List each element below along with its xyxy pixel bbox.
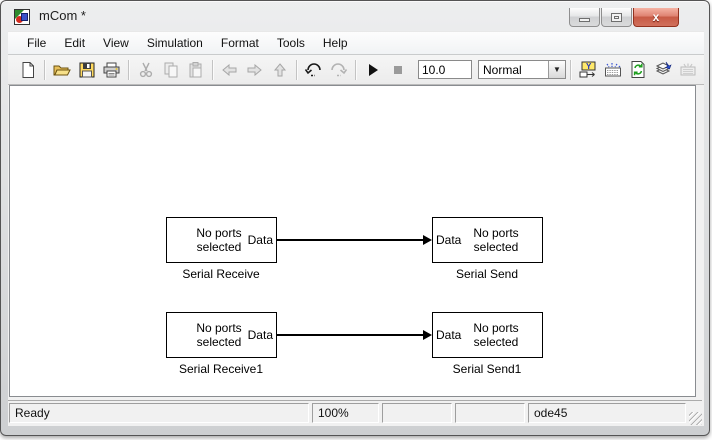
zoom-level: 100% xyxy=(312,403,379,423)
save-model-button[interactable] xyxy=(74,58,99,82)
start-simulation-button[interactable] xyxy=(360,58,385,82)
simulation-stop-time-input[interactable] xyxy=(418,60,472,79)
model-browser-button[interactable]: Y xyxy=(575,58,600,82)
menu-help[interactable]: Help xyxy=(314,32,357,54)
undo-icon xyxy=(304,62,321,76)
output-port-label: Data xyxy=(247,328,273,342)
model-browser-icon: Y xyxy=(579,61,595,78)
block-serial-send1[interactable]: Data No ports selected xyxy=(432,312,543,358)
input-port-label: Data xyxy=(436,233,462,247)
build-icon xyxy=(655,61,672,75)
menu-format[interactable]: Format xyxy=(212,32,268,54)
back-button xyxy=(217,58,242,82)
menu-file[interactable]: File xyxy=(18,32,55,54)
save-icon xyxy=(79,62,94,77)
menu-edit[interactable]: Edit xyxy=(55,32,94,54)
block-body-text: No ports selected xyxy=(473,226,519,254)
build-all-button[interactable] xyxy=(650,58,675,82)
signal-line[interactable] xyxy=(277,239,423,241)
redo-icon xyxy=(331,62,348,76)
open-model-button[interactable] xyxy=(49,58,74,82)
open-icon xyxy=(53,65,71,75)
block-caption-serial-send[interactable]: Serial Send xyxy=(456,267,518,281)
new-model-button[interactable] xyxy=(15,58,40,82)
forward-arrow-icon xyxy=(247,63,262,76)
maximize-icon xyxy=(611,12,622,22)
output-port-label: Data xyxy=(247,233,273,247)
play-icon xyxy=(368,63,378,76)
simulation-mode-value: Normal xyxy=(483,62,522,77)
minimize-button[interactable] xyxy=(569,8,600,27)
maximize-button[interactable] xyxy=(601,8,632,27)
update-diagram-icon xyxy=(631,61,644,78)
paste-icon xyxy=(189,61,201,77)
block-caption-serial-send1[interactable]: Serial Send1 xyxy=(453,362,522,376)
menu-bar: File Edit View Simulation Format Tools H… xyxy=(8,31,704,55)
title-bar[interactable]: mCom * x xyxy=(1,1,709,31)
status-cell-empty2 xyxy=(455,403,525,423)
print-icon xyxy=(103,62,120,77)
toolbar: Normal ▼ Y xyxy=(8,55,704,85)
block-body-text: No ports selected xyxy=(196,226,242,254)
menu-view[interactable]: View xyxy=(94,32,138,54)
copy-button xyxy=(158,58,183,82)
back-arrow-icon xyxy=(222,63,237,76)
print-button[interactable] xyxy=(99,58,124,82)
block-serial-receive[interactable]: No ports selected Data xyxy=(166,217,277,263)
block-serial-send[interactable]: Data No ports selected xyxy=(432,217,543,263)
paste-button xyxy=(183,58,208,82)
cut-button xyxy=(133,58,158,82)
status-cell-empty1 xyxy=(382,403,452,423)
target-connect-button xyxy=(675,58,700,82)
block-body-text: No ports selected xyxy=(196,321,242,349)
solver-name: ode45 xyxy=(528,403,686,423)
model-canvas[interactable]: No ports selected Data Data No ports selec… xyxy=(9,85,696,397)
simulation-mode-select[interactable]: Normal ▼ xyxy=(478,60,566,79)
block-caption-serial-receive1[interactable]: Serial Receive1 xyxy=(179,362,263,376)
up-to-parent-button xyxy=(267,58,292,82)
menu-simulation[interactable]: Simulation xyxy=(138,32,212,54)
resize-grip-icon[interactable] xyxy=(689,412,702,425)
copy-icon xyxy=(164,62,177,77)
simulink-model-window: mCom * x File Edit View Simulation Forma… xyxy=(0,0,710,436)
stop-simulation-button xyxy=(385,58,410,82)
menu-tools[interactable]: Tools xyxy=(268,32,314,54)
cut-icon xyxy=(139,62,152,77)
update-diagram-button[interactable] xyxy=(625,58,650,82)
up-arrow-icon xyxy=(273,62,286,76)
undo-button[interactable] xyxy=(301,58,326,82)
signal-arrowhead xyxy=(423,330,432,340)
simulink-model-icon xyxy=(14,9,30,25)
close-button[interactable]: x xyxy=(633,8,679,27)
window-title: mCom * xyxy=(39,8,86,23)
status-message: Ready xyxy=(9,403,309,423)
signal-arrowhead xyxy=(423,235,432,245)
library-browser-icon xyxy=(604,63,621,77)
new-icon xyxy=(22,61,34,78)
block-caption-serial-receive[interactable]: Serial Receive xyxy=(182,267,259,281)
forward-button xyxy=(242,58,267,82)
block-serial-receive1[interactable]: No ports selected Data xyxy=(166,312,277,358)
input-port-label: Data xyxy=(436,328,462,342)
svg-text:Y: Y xyxy=(586,62,592,71)
library-browser-button[interactable] xyxy=(600,58,625,82)
block-body-text: No ports selected xyxy=(473,321,519,349)
close-icon: x xyxy=(652,10,660,24)
signal-line[interactable] xyxy=(277,334,423,336)
redo-button xyxy=(326,58,351,82)
minimize-icon xyxy=(579,18,590,22)
chevron-down-icon[interactable]: ▼ xyxy=(548,61,565,78)
target-disabled-icon xyxy=(680,63,695,76)
stop-icon xyxy=(393,65,402,74)
